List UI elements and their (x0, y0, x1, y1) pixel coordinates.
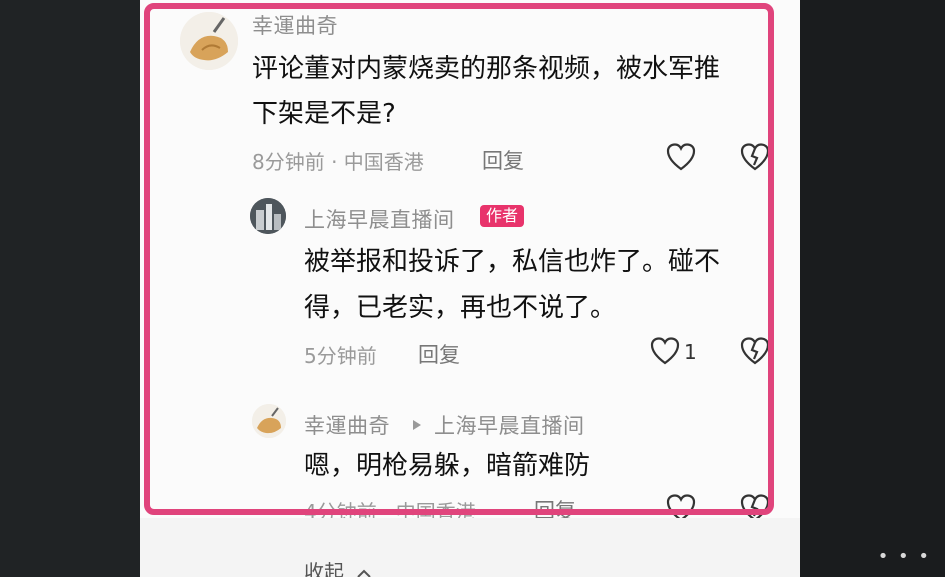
comment-text: 得，已老实，再也不说了。 (304, 293, 617, 323)
comment-text: 下架是不是? (252, 99, 396, 129)
right-background (800, 0, 945, 577)
building-icon (250, 198, 286, 234)
reply-to-author[interactable]: 上海早晨直播间 (434, 410, 585, 440)
fortune-cookie-icon (252, 404, 286, 438)
comment-text: 评论董对内蒙烧卖的那条视频，被水军推 (252, 54, 721, 84)
comment-author[interactable]: 上海早晨直播间 (304, 204, 455, 234)
comment-time: 5分钟前 (304, 344, 377, 368)
comment-text: 被举报和投诉了，私信也炸了。碰不 (304, 247, 721, 277)
dislike-heart-icon[interactable] (740, 143, 770, 171)
comment-panel: 幸運曲奇 评论董对内蒙烧卖的那条视频，被水军推 下架是不是? 8分钟前 · 中国… (140, 0, 800, 577)
dislike-heart-icon[interactable] (740, 337, 770, 365)
reply-button[interactable]: 回复 (418, 339, 460, 369)
like-count: 1 (684, 340, 697, 364)
heart-icon[interactable] (650, 337, 680, 365)
fortune-cookie-icon (180, 12, 238, 70)
avatar[interactable] (180, 12, 238, 70)
bottom-fade (140, 518, 800, 577)
chevron-up-icon (356, 560, 372, 577)
heart-icon[interactable] (666, 143, 696, 171)
comment-time-location: 8分钟前 · 中国香港 (252, 150, 424, 174)
reply-button[interactable]: 回复 (482, 145, 524, 175)
left-background (0, 0, 140, 577)
comment-author[interactable]: 幸運曲奇 (304, 410, 390, 440)
comment-text: 嗯，明枪易躲，暗箭难防 (304, 451, 591, 481)
reply-arrow-icon (412, 416, 422, 435)
collapse-button[interactable]: 收起 (304, 556, 372, 577)
avatar[interactable] (250, 198, 286, 234)
avatar[interactable] (252, 404, 286, 438)
collapse-label: 收起 (304, 560, 344, 577)
comment-author[interactable]: 幸運曲奇 (252, 10, 338, 40)
author-badge: 作者 (480, 205, 525, 227)
watermark: • • • (877, 546, 931, 567)
